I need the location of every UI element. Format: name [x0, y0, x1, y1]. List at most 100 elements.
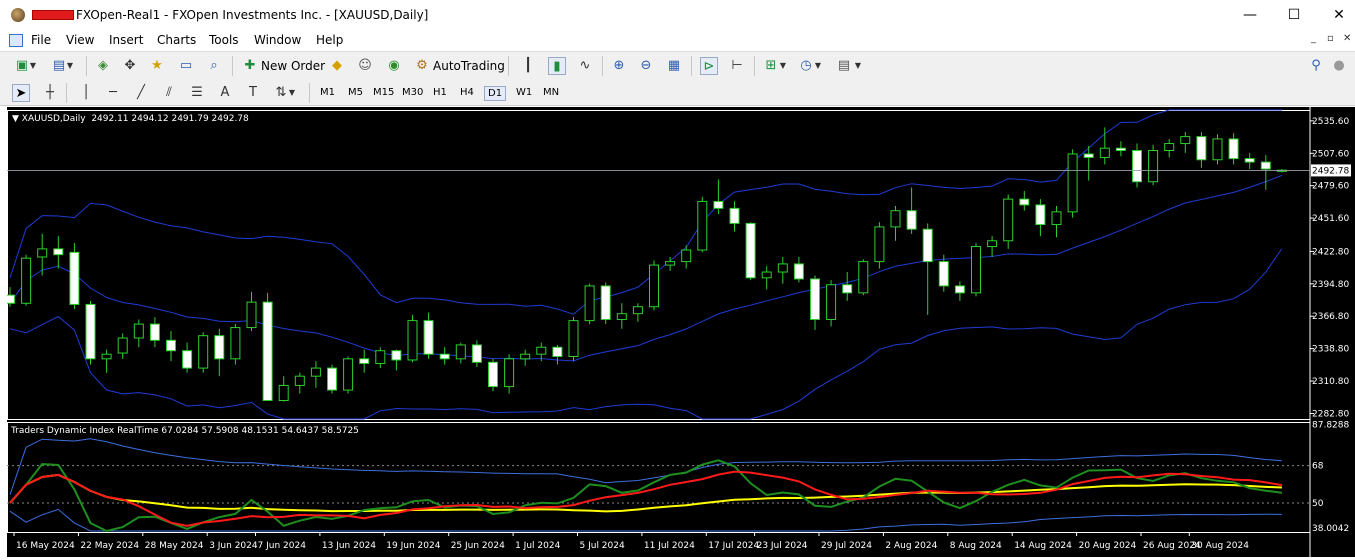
templates-icon[interactable]: ▤: [835, 57, 853, 75]
chevron-down-icon[interactable]: ▼: [813, 57, 823, 75]
fibonacci-icon[interactable]: ☰: [188, 84, 206, 102]
candle-body: [536, 346, 547, 355]
candle-body: [1099, 147, 1110, 158]
candle-body: [1067, 153, 1078, 213]
trendline-icon[interactable]: ╱: [132, 84, 150, 102]
candle-body: [649, 264, 659, 308]
standard-toolbar: ▣ ▼ ▤ ▼ ◈ ✥ ★ ▭ ⌕ ✚ New Order ◆ ☺ ◉ ⚙ Au…: [0, 51, 1355, 122]
horizontal-line-icon[interactable]: ─: [104, 84, 122, 102]
timeframe-d1[interactable]: D1: [484, 86, 507, 101]
date-tick-label: 1 Jul 2024: [515, 541, 560, 551]
menu-bar: File View Insert Charts Tools Window Hel…: [0, 31, 1355, 51]
chart-window-icon[interactable]: [9, 34, 23, 47]
vertical-line-icon[interactable]: │: [77, 84, 95, 102]
price-tick-label: 2535.60: [1312, 117, 1349, 127]
strategy-tester-icon[interactable]: ⌕: [205, 57, 223, 75]
line-chart-icon[interactable]: ∿: [576, 57, 594, 75]
text-label-icon[interactable]: T: [244, 84, 262, 102]
terminal-icon[interactable]: ▭: [177, 57, 195, 75]
candle-body: [198, 335, 209, 369]
menu-insert[interactable]: Insert: [109, 33, 143, 47]
date-tick-label: 13 Jun 2024: [322, 541, 376, 551]
auto-scroll-icon[interactable]: ⊳: [700, 57, 718, 75]
chevron-down-icon[interactable]: ▼: [287, 84, 297, 102]
mdi-restore-button[interactable]: ▫: [1327, 33, 1334, 44]
candle-body: [1132, 150, 1142, 183]
chart-shift-icon[interactable]: ⊢: [728, 57, 746, 75]
candle-body: [375, 350, 386, 364]
search-icon[interactable]: ⚲: [1307, 57, 1325, 75]
candle-body: [810, 278, 820, 320]
timeframe-h4[interactable]: H4: [457, 86, 477, 99]
candle-body: [407, 320, 418, 361]
date-tick-label: 2 Aug 2024: [885, 541, 937, 551]
timeframe-h1[interactable]: H1: [430, 86, 450, 99]
toolbar-separator: [602, 56, 603, 76]
signals-icon[interactable]: ☺: [356, 57, 374, 75]
cursor-icon[interactable]: ➤: [12, 84, 30, 102]
timeframe-w1[interactable]: W1: [513, 86, 535, 99]
menu-window[interactable]: Window: [254, 33, 301, 47]
vps-icon[interactable]: ◉: [385, 57, 403, 75]
candle-body: [552, 346, 563, 358]
timeframe-m1[interactable]: M1: [317, 86, 338, 99]
menu-help[interactable]: Help: [316, 33, 343, 47]
chevron-down-icon[interactable]: ▼: [778, 57, 788, 75]
maximize-button[interactable]: ☐: [1271, 4, 1317, 26]
candle-body: [520, 353, 531, 360]
timeframe-m15[interactable]: M15: [370, 86, 397, 99]
metaeditor-icon[interactable]: ◆: [328, 57, 346, 75]
bar-chart-icon[interactable]: ┃: [519, 57, 537, 75]
candle-body: [5, 294, 15, 304]
price-tick-label: 2507.60: [1312, 149, 1349, 159]
candle-body: [954, 285, 965, 294]
candle-body: [310, 367, 321, 377]
candle-body: [262, 301, 273, 401]
candle-body: [729, 207, 740, 224]
price-chart-canvas[interactable]: 2535.60 2507.60 2479.60 2451.60 2422.80 2394.…: [5, 107, 1355, 557]
date-tick-label: 19 Jun 2024: [386, 541, 440, 551]
timeframe-m5[interactable]: M5: [345, 86, 366, 99]
text-icon[interactable]: A: [216, 84, 234, 102]
price-tick-label: 2422.80: [1312, 247, 1349, 257]
chevron-down-icon[interactable]: ▼: [65, 57, 75, 75]
date-tick-label: 28 May 2024: [145, 541, 204, 551]
crosshair-icon[interactable]: ┼: [41, 84, 59, 102]
minimize-button[interactable]: —: [1227, 4, 1273, 26]
favorites-star-icon[interactable]: ★: [148, 57, 166, 75]
date-tick-label: 17 Jul 2024: [708, 541, 759, 551]
menu-file[interactable]: File: [31, 33, 51, 47]
zoom-in-icon[interactable]: ⊕: [610, 57, 628, 75]
zoom-out-icon[interactable]: ⊖: [637, 57, 655, 75]
candle-body: [745, 222, 756, 279]
autotrading-button[interactable]: AutoTrading: [433, 59, 505, 73]
candlestick-chart-icon[interactable]: ▮: [548, 57, 566, 75]
indicator-tick-label: 68: [1312, 462, 1324, 472]
new-order-icon[interactable]: ✚: [241, 57, 259, 75]
chevron-down-icon[interactable]: ▼: [853, 57, 863, 75]
candle-body: [874, 226, 885, 263]
drawing-toolbar: ➤ ┼ │ ─ ╱ ⫽ ☰ A T ⇅ ▼ M1 M5 M15 M30 H1 H…: [0, 80, 1355, 106]
equidistant-channel-icon[interactable]: ⫽: [160, 84, 178, 102]
notifications-icon[interactable]: ●: [1330, 57, 1348, 75]
date-tick-label: 20 Aug 2024: [1079, 541, 1137, 551]
menu-view[interactable]: View: [66, 33, 94, 47]
market-watch-icon[interactable]: ◈: [94, 57, 112, 75]
menu-tools[interactable]: Tools: [209, 33, 239, 47]
candle-body: [1003, 198, 1014, 242]
close-button[interactable]: ✕: [1316, 4, 1355, 26]
chevron-down-icon[interactable]: ▼: [28, 57, 38, 75]
autotrading-icon[interactable]: ⚙: [413, 57, 431, 75]
candle-body: [455, 344, 466, 360]
crosshair-move-icon[interactable]: ✥: [121, 57, 139, 75]
symbol-label: XAUUSD,Daily: [21, 114, 86, 124]
chart-window[interactable]: 2535.60 2507.60 2479.60 2451.60 2422.80 2394.…: [5, 107, 1355, 557]
timeframe-m30[interactable]: M30: [399, 86, 426, 99]
timeframe-mn[interactable]: MN: [540, 86, 562, 99]
mdi-close-button[interactable]: ✕: [1343, 33, 1351, 44]
new-order-button[interactable]: New Order: [261, 59, 325, 73]
candle-body: [294, 375, 305, 386]
tile-windows-icon[interactable]: ▦: [665, 57, 683, 75]
menu-charts[interactable]: Charts: [157, 33, 196, 47]
mdi-minimize-button[interactable]: _: [1311, 33, 1316, 44]
